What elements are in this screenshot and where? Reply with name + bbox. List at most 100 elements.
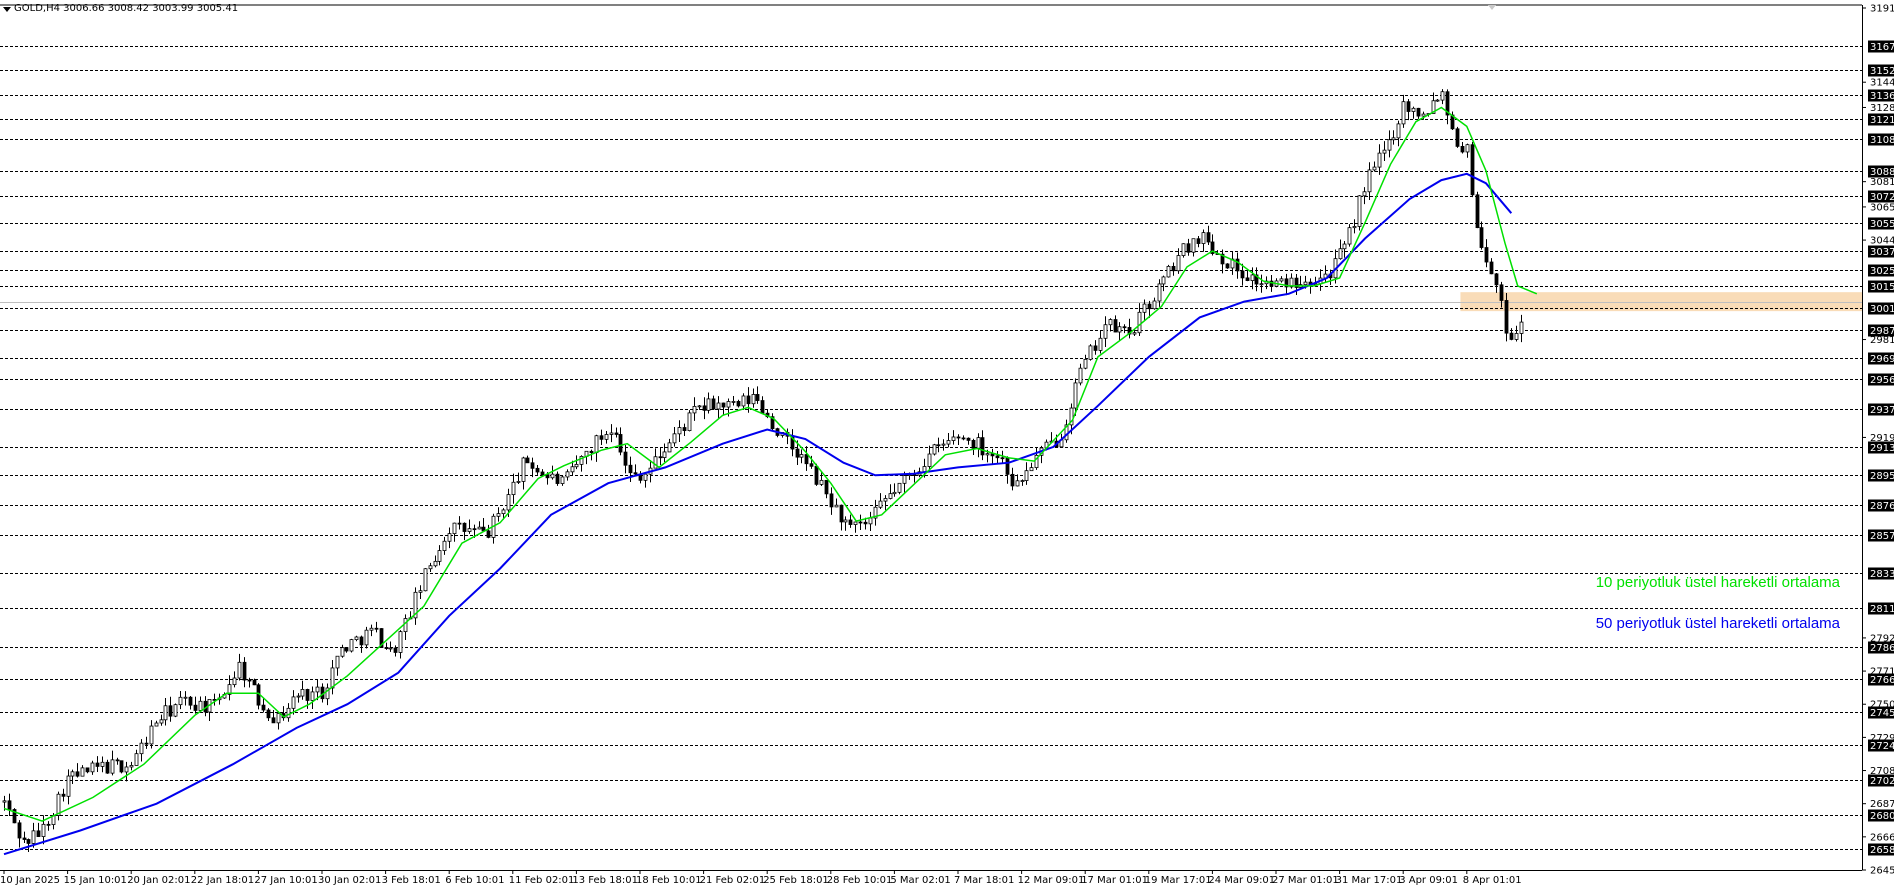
candle: [1440, 91, 1445, 101]
price-tick-label: 2771: [1870, 667, 1894, 678]
candle: [550, 473, 555, 479]
candle: [936, 444, 941, 447]
candle: [682, 427, 687, 432]
candle: [819, 479, 824, 485]
price-chart[interactable]: 3167315231363121310830883072305530373025…: [0, 0, 1894, 889]
candle: [799, 454, 804, 458]
level-label: 2913: [1870, 443, 1894, 454]
candle: [863, 521, 868, 525]
candle: [540, 471, 545, 476]
candle: [305, 689, 310, 701]
candle: [100, 761, 105, 767]
ema10-line: [3, 106, 1538, 822]
candle: [555, 473, 560, 484]
candle: [1455, 128, 1460, 147]
candle: [1401, 101, 1406, 125]
candle: [843, 519, 848, 523]
candle: [173, 704, 178, 717]
candle: [398, 631, 403, 653]
candle: [961, 437, 966, 440]
candle: [878, 500, 883, 508]
candle: [535, 467, 540, 473]
candle: [66, 775, 71, 797]
candle: [516, 481, 521, 483]
candle: [354, 636, 359, 641]
candle: [834, 504, 839, 508]
candle: [1225, 263, 1230, 269]
candle: [746, 395, 751, 405]
level-label: 2786: [1870, 643, 1894, 654]
scroll-marker-icon[interactable]: [1488, 5, 1496, 10]
candle: [237, 661, 242, 679]
level-label: 2702: [1870, 776, 1894, 787]
candle: [1338, 248, 1343, 260]
candle: [760, 400, 765, 414]
time-tick-label: 25 Feb 18:01: [763, 875, 829, 886]
candle: [437, 550, 442, 562]
price-tick-label: 3044: [1870, 236, 1894, 247]
candle: [726, 401, 731, 408]
candle: [985, 453, 990, 456]
time-tick-label: 24 Mar 09:01: [1208, 875, 1275, 886]
candle: [349, 639, 354, 652]
candle: [755, 394, 760, 401]
candle: [599, 435, 604, 440]
candle: [501, 509, 506, 515]
candle: [462, 522, 467, 532]
candle: [1029, 467, 1034, 472]
time-tick-label: 31 Mar 17:01: [1336, 875, 1403, 886]
level-label: 3108: [1870, 135, 1894, 146]
candle: [115, 759, 120, 762]
candle: [848, 519, 853, 525]
candle: [980, 437, 985, 456]
candle: [922, 466, 927, 473]
candle: [159, 719, 164, 724]
candle: [110, 759, 115, 774]
candle: [1357, 195, 1362, 227]
candle: [530, 462, 535, 469]
candle: [604, 434, 609, 440]
candle: [1494, 273, 1499, 286]
candle: [888, 493, 893, 499]
candle: [457, 522, 462, 525]
candle: [1435, 99, 1440, 102]
candle: [1206, 232, 1211, 243]
candle: [183, 696, 188, 699]
candle: [452, 522, 457, 535]
candle: [232, 677, 237, 686]
candle: [883, 498, 888, 502]
candle: [486, 530, 491, 538]
candle: [163, 705, 168, 721]
candle: [129, 765, 134, 768]
price-tick-label: 2792: [1870, 633, 1894, 644]
candle: [1073, 382, 1078, 409]
candle: [1240, 270, 1245, 279]
candle: [1382, 149, 1387, 154]
time-tick-label: 10 Jan 2025: [0, 875, 60, 886]
level-label: 3001: [1870, 304, 1894, 315]
price-tick-label: 3128: [1870, 103, 1894, 114]
time-tick-label: 11 Feb 02:01: [509, 875, 575, 886]
candle: [418, 590, 423, 593]
candle: [1176, 255, 1181, 272]
candle: [1020, 480, 1025, 482]
level-label: 3167: [1870, 42, 1894, 53]
candle: [261, 704, 266, 711]
candle: [1132, 332, 1137, 335]
candle: [795, 448, 800, 458]
time-tick-label: 17 Mar 01:01: [1081, 875, 1148, 886]
level-label: 3136: [1870, 91, 1894, 102]
candle: [932, 444, 937, 455]
candle: [662, 451, 667, 458]
candle: [609, 432, 614, 435]
candle: [124, 766, 129, 773]
candle: [628, 464, 633, 474]
candle: [1514, 333, 1519, 340]
candle: [824, 479, 829, 495]
candle: [521, 457, 526, 482]
candle: [1010, 473, 1015, 487]
candle: [247, 679, 252, 682]
candle: [902, 475, 907, 484]
candle: [672, 433, 677, 444]
candle: [242, 661, 247, 681]
